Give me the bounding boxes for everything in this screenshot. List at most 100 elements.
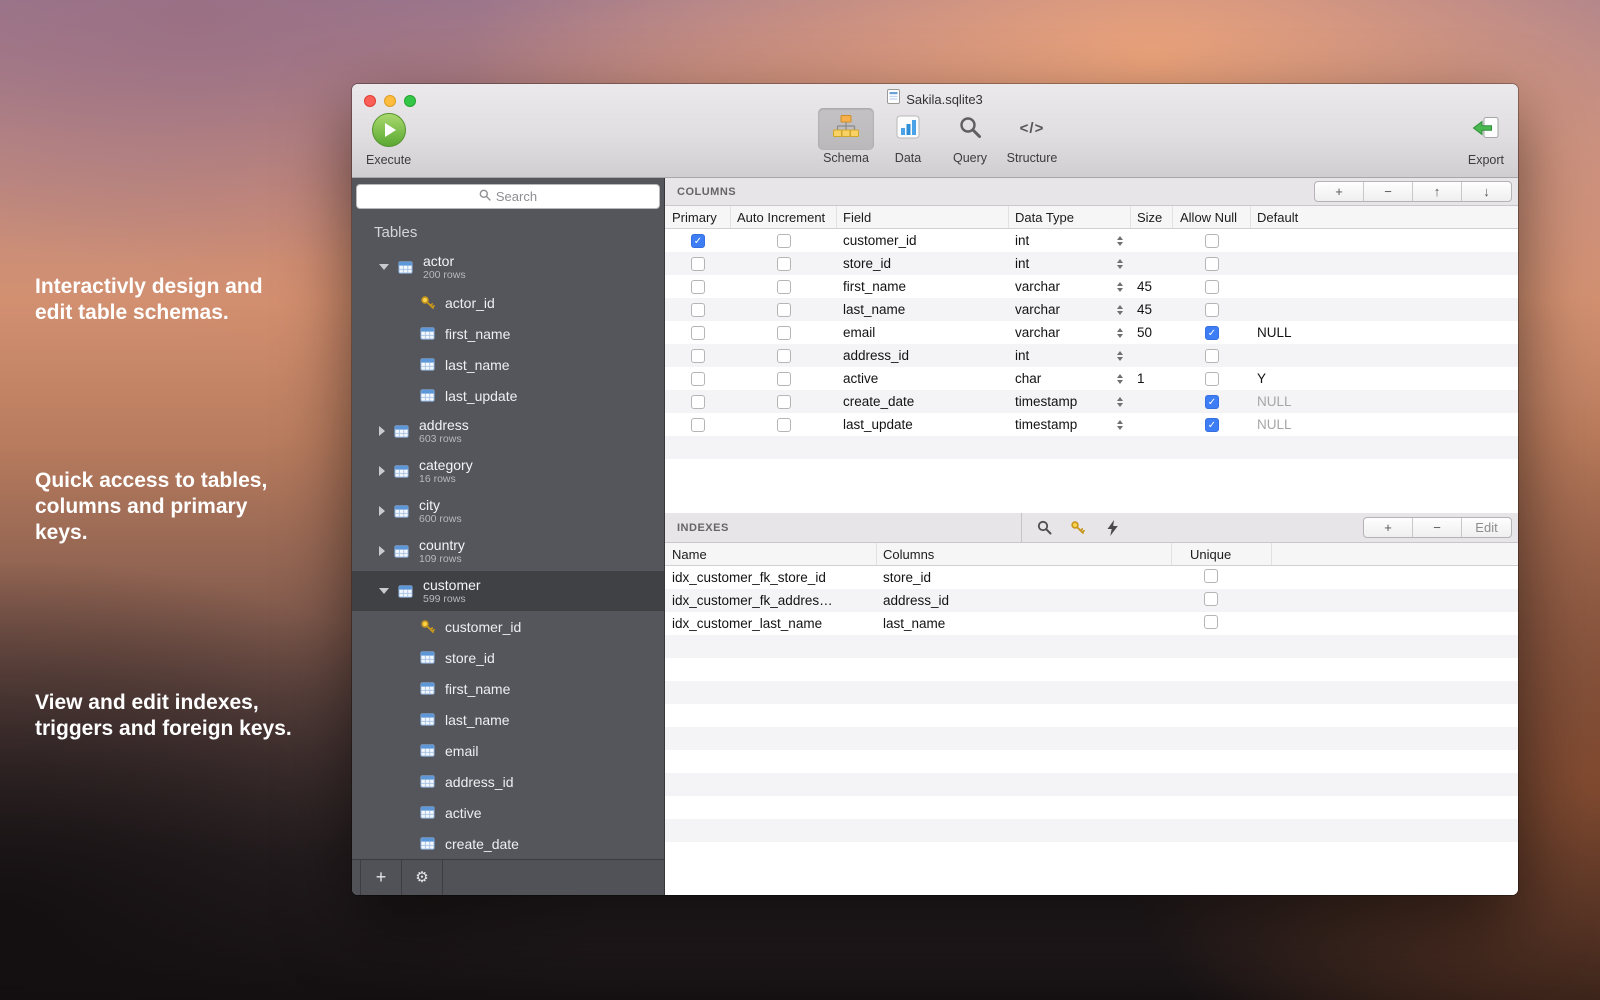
sidebar-table-actor[interactable]: actor200 rows [352, 247, 664, 287]
index-row-idx_customer_fk_addres…[interactable]: idx_customer_fk_addres… address_id [665, 589, 1518, 612]
column-row-address_id[interactable]: address_id int [665, 344, 1518, 367]
index-filter-search-icon[interactable] [1032, 520, 1056, 535]
indexes-header-columns[interactable]: Columns [877, 543, 1172, 565]
columns-header-allow-null[interactable]: Allow Null [1173, 206, 1251, 228]
disclosure-triangle-icon[interactable] [379, 426, 385, 436]
disclosure-triangle-icon[interactable] [379, 546, 385, 556]
indexes-header-name[interactable]: Name [665, 543, 877, 565]
primary-checkbox[interactable] [691, 349, 705, 363]
remove-index-button[interactable]: − [1413, 518, 1462, 537]
sidebar-column-active[interactable]: active [352, 797, 664, 828]
primary-checkbox[interactable] [691, 418, 705, 432]
data-type-stepper[interactable] [1117, 282, 1123, 292]
data-type-stepper[interactable] [1117, 374, 1123, 384]
allow-null-checkbox[interactable] [1205, 372, 1219, 386]
tab-data[interactable]: Data [880, 108, 936, 165]
column-row-store_id[interactable]: store_id int [665, 252, 1518, 275]
disclosure-triangle-icon[interactable] [379, 588, 389, 594]
allow-null-checkbox[interactable] [1205, 349, 1219, 363]
sidebar-column-last_update[interactable]: last_update [352, 380, 664, 411]
indexes-header-unique[interactable]: Unique [1172, 543, 1272, 565]
auto-increment-checkbox[interactable] [777, 395, 791, 409]
tab-query[interactable]: Query [942, 108, 998, 165]
sidebar-column-email[interactable]: email [352, 735, 664, 766]
allow-null-checkbox[interactable] [1205, 395, 1219, 409]
tab-schema[interactable]: Schema [818, 108, 874, 165]
move-column-up-button[interactable]: ↑ [1413, 182, 1462, 201]
columns-header-primary[interactable]: Primary [665, 206, 731, 228]
auto-increment-checkbox[interactable] [777, 303, 791, 317]
primary-checkbox[interactable] [691, 234, 705, 248]
add-table-button[interactable]: + [360, 860, 402, 895]
allow-null-checkbox[interactable] [1205, 280, 1219, 294]
data-type-stepper[interactable] [1117, 328, 1123, 338]
sidebar-column-address_id[interactable]: address_id [352, 766, 664, 797]
index-filter-trigger-icon[interactable] [1100, 520, 1124, 536]
data-type-stepper[interactable] [1117, 351, 1123, 361]
unique-checkbox[interactable] [1204, 615, 1218, 629]
column-row-first_name[interactable]: first_name varchar 45 [665, 275, 1518, 298]
tab-structure[interactable]: </> Structure [1004, 108, 1060, 165]
primary-checkbox[interactable] [691, 280, 705, 294]
sidebar-table-customer[interactable]: customer599 rows [352, 571, 664, 611]
sidebar-table-city[interactable]: city600 rows [352, 491, 664, 531]
sidebar-column-last_name[interactable]: last_name [352, 704, 664, 735]
primary-checkbox[interactable] [691, 257, 705, 271]
column-row-create_date[interactable]: create_date timestamp NULL [665, 390, 1518, 413]
export-button[interactable]: Export [1468, 108, 1504, 167]
columns-header-data-type[interactable]: Data Type [1009, 206, 1131, 228]
index-row-idx_customer_fk_store_id[interactable]: idx_customer_fk_store_id store_id [665, 566, 1518, 589]
unique-checkbox[interactable] [1204, 569, 1218, 583]
sidebar-column-create_date[interactable]: create_date [352, 828, 664, 859]
sidebar-table-address[interactable]: address603 rows [352, 411, 664, 451]
sidebar-table-country[interactable]: country109 rows [352, 531, 664, 571]
column-row-last_name[interactable]: last_name varchar 45 [665, 298, 1518, 321]
data-type-stepper[interactable] [1117, 305, 1123, 315]
columns-header-field[interactable]: Field [837, 206, 1009, 228]
data-type-stepper[interactable] [1117, 236, 1123, 246]
primary-checkbox[interactable] [691, 303, 705, 317]
primary-checkbox[interactable] [691, 372, 705, 386]
add-column-button[interactable]: + [1315, 182, 1364, 201]
disclosure-triangle-icon[interactable] [379, 506, 385, 516]
data-type-stepper[interactable] [1117, 420, 1123, 430]
auto-increment-checkbox[interactable] [777, 326, 791, 340]
disclosure-triangle-icon[interactable] [379, 264, 389, 270]
auto-increment-checkbox[interactable] [777, 372, 791, 386]
data-type-stepper[interactable] [1117, 397, 1123, 407]
auto-increment-checkbox[interactable] [777, 257, 791, 271]
columns-header-size[interactable]: Size [1131, 206, 1173, 228]
execute-button[interactable]: Execute [366, 108, 411, 167]
sidebar-column-last_name[interactable]: last_name [352, 349, 664, 380]
allow-null-checkbox[interactable] [1205, 303, 1219, 317]
sidebar-column-actor_id[interactable]: actor_id [352, 287, 664, 318]
column-row-active[interactable]: active char 1 Y [665, 367, 1518, 390]
allow-null-checkbox[interactable] [1205, 234, 1219, 248]
sidebar-table-category[interactable]: category16 rows [352, 451, 664, 491]
remove-column-button[interactable]: − [1364, 182, 1413, 201]
sidebar-column-customer_id[interactable]: customer_id [352, 611, 664, 642]
sidebar-column-first_name[interactable]: first_name [352, 673, 664, 704]
column-row-email[interactable]: email varchar 50 NULL [665, 321, 1518, 344]
primary-checkbox[interactable] [691, 326, 705, 340]
settings-gear-button[interactable]: ⚙ [401, 860, 443, 895]
auto-increment-checkbox[interactable] [777, 234, 791, 248]
auto-increment-checkbox[interactable] [777, 280, 791, 294]
allow-null-checkbox[interactable] [1205, 257, 1219, 271]
columns-header-auto-increment[interactable]: Auto Increment [731, 206, 837, 228]
search-input[interactable]: Search [356, 184, 660, 209]
auto-increment-checkbox[interactable] [777, 418, 791, 432]
auto-increment-checkbox[interactable] [777, 349, 791, 363]
add-index-button[interactable]: + [1364, 518, 1413, 537]
allow-null-checkbox[interactable] [1205, 418, 1219, 432]
unique-checkbox[interactable] [1204, 592, 1218, 606]
column-row-last_update[interactable]: last_update timestamp NULL [665, 413, 1518, 436]
sidebar-column-store_id[interactable]: store_id [352, 642, 664, 673]
data-type-stepper[interactable] [1117, 259, 1123, 269]
columns-header-default[interactable]: Default [1251, 206, 1518, 228]
disclosure-triangle-icon[interactable] [379, 466, 385, 476]
allow-null-checkbox[interactable] [1205, 326, 1219, 340]
sidebar-column-first_name[interactable]: first_name [352, 318, 664, 349]
move-column-down-button[interactable]: ↓ [1462, 182, 1511, 201]
index-row-idx_customer_last_name[interactable]: idx_customer_last_name last_name [665, 612, 1518, 635]
